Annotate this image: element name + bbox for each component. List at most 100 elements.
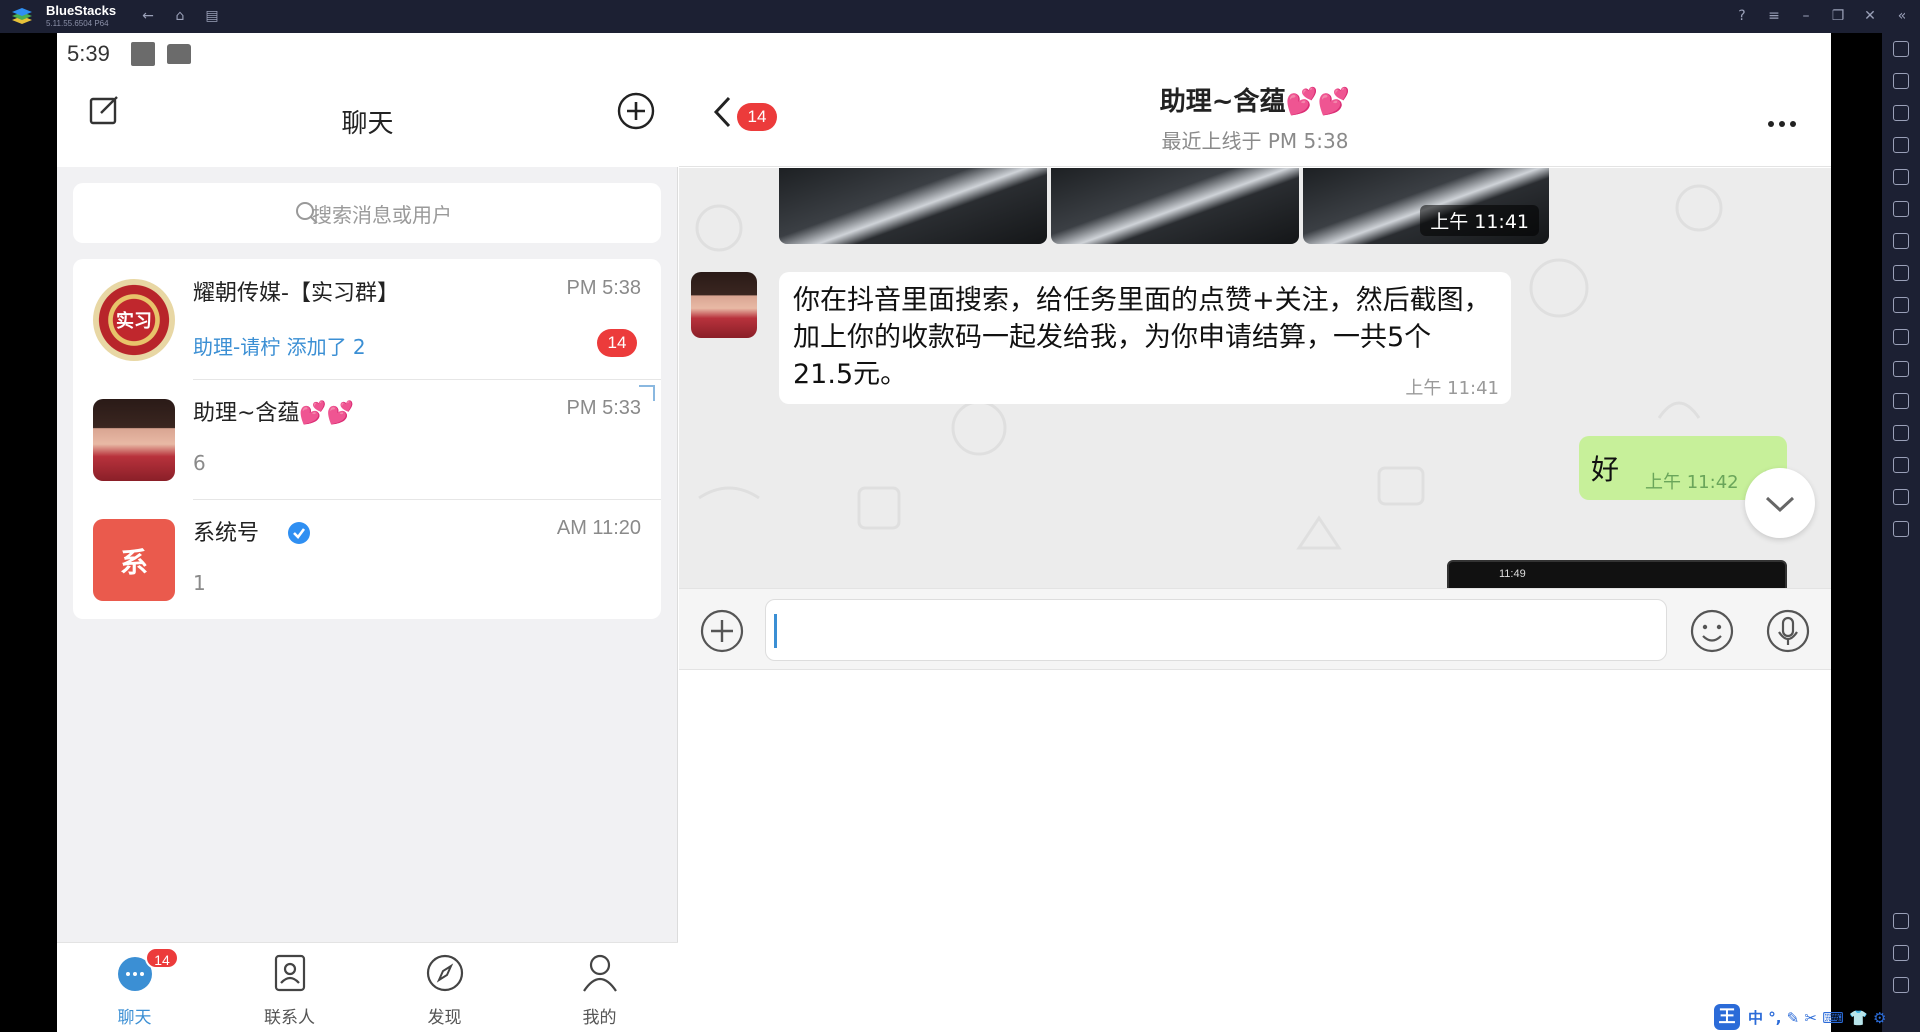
tab-label: 聊天 [117, 1008, 152, 1028]
microphone-icon[interactable] [1765, 608, 1811, 654]
add-icon[interactable] [617, 92, 655, 130]
conversation-header: 14 助理~含蕴💕💕 最近上线于 PM 5:38 [679, 33, 1831, 167]
media-icon[interactable] [1893, 105, 1909, 121]
multi-instance-icon[interactable] [1893, 393, 1909, 409]
status-time: 5:39 [67, 41, 110, 66]
chevron-down-icon [1765, 496, 1795, 513]
message-text: 好 [1591, 453, 1620, 486]
keyboard-icon[interactable] [1893, 137, 1909, 153]
chat-name: 助理~含蕴💕💕 [193, 401, 355, 426]
tab-discover[interactable]: 发现 [367, 943, 522, 1032]
rotate-icon[interactable] [1893, 169, 1909, 185]
android-home-icon[interactable] [1893, 977, 1909, 993]
chat-item-assistant[interactable]: 助理~含蕴💕💕 PM 5:33 6 [73, 379, 661, 499]
close-icon[interactable]: ✕ [1860, 6, 1880, 26]
incoming-message-bubble[interactable]: 你在抖音里面搜索，给任务里面的点赞+关注，然后截图，加上你的收款码一起发给我，为… [779, 272, 1511, 404]
bottom-tab-bar: 14 聊天 联系人 发现 我的 [57, 942, 678, 1032]
image-timestamp: 上午 11:41 [1420, 205, 1539, 236]
more-options-icon[interactable] [1767, 119, 1797, 129]
settings-icon[interactable] [1893, 913, 1909, 929]
ime-toolbar[interactable]: 王 中 °, ✎ ✂ ⌨ 👕 ⚙ [1714, 1004, 1894, 1030]
avatar-text: 系 [119, 546, 148, 579]
chat-name: 系统号 [193, 521, 260, 546]
tab-me[interactable]: 我的 [522, 943, 677, 1032]
chat-name: 耀朝传媒-【实习群】 [193, 281, 399, 306]
image-thumbnail[interactable]: 上午 11:41 [1303, 168, 1549, 244]
tab-label: 我的 [582, 1008, 617, 1028]
tab-contacts[interactable]: 联系人 [212, 943, 367, 1032]
eco-mode-icon[interactable] [1893, 425, 1909, 441]
bluestacks-logo-icon [12, 8, 32, 24]
attach-plus-icon[interactable] [699, 608, 745, 654]
system-avatar: 系 [93, 519, 175, 601]
chat-item-system[interactable]: 系 系统号 AM 11:20 1 [73, 499, 661, 619]
preview-status-text: 11:49 [1499, 568, 1526, 580]
android-screen: 5:39 聊天 搜索消息或用户 实习 耀朝传媒-【实习群】 PM 5:38 助理… [57, 33, 1831, 1032]
image-message-preview[interactable]: 11:49 [1447, 560, 1787, 588]
status-bar: 5:39 [57, 33, 678, 75]
emulator-titlebar: BlueStacks 5.11.55.6504 P64 ← ⌂ ▤ ? ≡ – … [0, 0, 1920, 33]
volume-icon[interactable] [1893, 73, 1909, 89]
sender-avatar[interactable] [691, 272, 757, 338]
tab-label: 发现 [427, 1008, 462, 1028]
person-icon [583, 954, 617, 992]
last-seen-status: 最近上线于 PM 5:38 [1161, 129, 1349, 153]
home-icon[interactable]: ⌂ [170, 6, 190, 26]
apk-icon[interactable] [1893, 233, 1909, 249]
help-icon[interactable]: ? [1732, 6, 1752, 26]
minimize-icon[interactable]: – [1796, 6, 1816, 26]
avatar-text: 实习 [116, 311, 152, 332]
app-version: 5.11.55.6504 P64 [46, 19, 109, 28]
restore-icon[interactable]: ❐ [1828, 6, 1848, 26]
record-icon[interactable] [1893, 265, 1909, 281]
search-placeholder: 搜索消息或用户 [312, 203, 452, 227]
chat-item-group[interactable]: 实习 耀朝传媒-【实习群】 PM 5:38 助理-请柠 添加了 2 14 [73, 259, 661, 379]
conversation-title: 助理~含蕴💕💕 [1159, 87, 1351, 117]
message-time: 上午 11:41 [1405, 378, 1499, 399]
emoji-icon[interactable] [1689, 608, 1735, 654]
tab-chats[interactable]: 14 聊天 [57, 943, 212, 1032]
emulator-sidebar [1882, 33, 1920, 1032]
contact-avatar [93, 399, 175, 481]
message-time: 上午 11:42 [1645, 472, 1739, 493]
message-input[interactable] [765, 599, 1667, 661]
layers-icon[interactable] [1893, 489, 1909, 505]
text-caret [774, 614, 777, 648]
folder-notification-icon [167, 44, 191, 64]
tab-badge: 14 [145, 947, 179, 969]
message-area[interactable]: 上午 11:41 你在抖音里面搜索，给任务里面的点赞+关注，然后截图，加上你的收… [679, 168, 1831, 588]
folder-icon[interactable] [1893, 329, 1909, 345]
macro-icon[interactable] [1893, 521, 1909, 537]
chat-list-header: 聊天 [57, 75, 678, 167]
chat-list: 实习 耀朝传媒-【实习群】 PM 5:38 助理-请柠 添加了 2 14 助理~… [73, 259, 661, 619]
verified-icon [288, 522, 310, 544]
image-thumbnail[interactable] [779, 168, 1047, 244]
screenshot-icon[interactable] [1893, 297, 1909, 313]
message-textbox[interactable] [782, 610, 1652, 650]
app-name: BlueStacks [46, 3, 117, 18]
ime-logo-icon[interactable]: 王 [1714, 1004, 1740, 1030]
message-text: 你在抖音里面搜索，给任务里面的点赞+关注，然后截图，加上你的收款码一起发给我，为… [793, 285, 1491, 390]
scroll-to-bottom-button[interactable] [1745, 468, 1815, 538]
chat-preview: 助理-请柠 添加了 2 [193, 335, 366, 359]
notification-icon [131, 42, 155, 66]
compass-icon [426, 954, 464, 992]
selected-corner-icon [639, 385, 655, 401]
image-thumbnail[interactable] [1051, 168, 1299, 244]
menu-icon[interactable]: ≡ [1764, 6, 1784, 26]
fullscreen-icon[interactable] [1893, 41, 1909, 57]
collapse-sidebar-icon[interactable]: « [1892, 6, 1912, 26]
location-icon[interactable] [1893, 457, 1909, 473]
chat-time: PM 5:33 [566, 397, 641, 419]
back-arrow-icon[interactable]: ← [138, 6, 158, 26]
chat-time: PM 5:38 [566, 277, 641, 299]
android-back-icon[interactable] [1893, 945, 1909, 961]
compose-icon[interactable] [89, 95, 119, 125]
chat-list-pane: 5:39 聊天 搜索消息或用户 实习 耀朝传媒-【实习群】 PM 5:38 助理… [57, 33, 678, 1032]
ime-toolbar-icons[interactable]: 中 °, ✎ ✂ ⌨ 👕 ⚙ [1748, 1007, 1886, 1028]
recent-apps-icon[interactable]: ▤ [202, 6, 222, 26]
chat-preview: 1 [193, 571, 206, 595]
search-input[interactable]: 搜索消息或用户 [73, 183, 661, 243]
airplane-icon[interactable] [1893, 361, 1909, 377]
sync-icon[interactable] [1893, 201, 1909, 217]
